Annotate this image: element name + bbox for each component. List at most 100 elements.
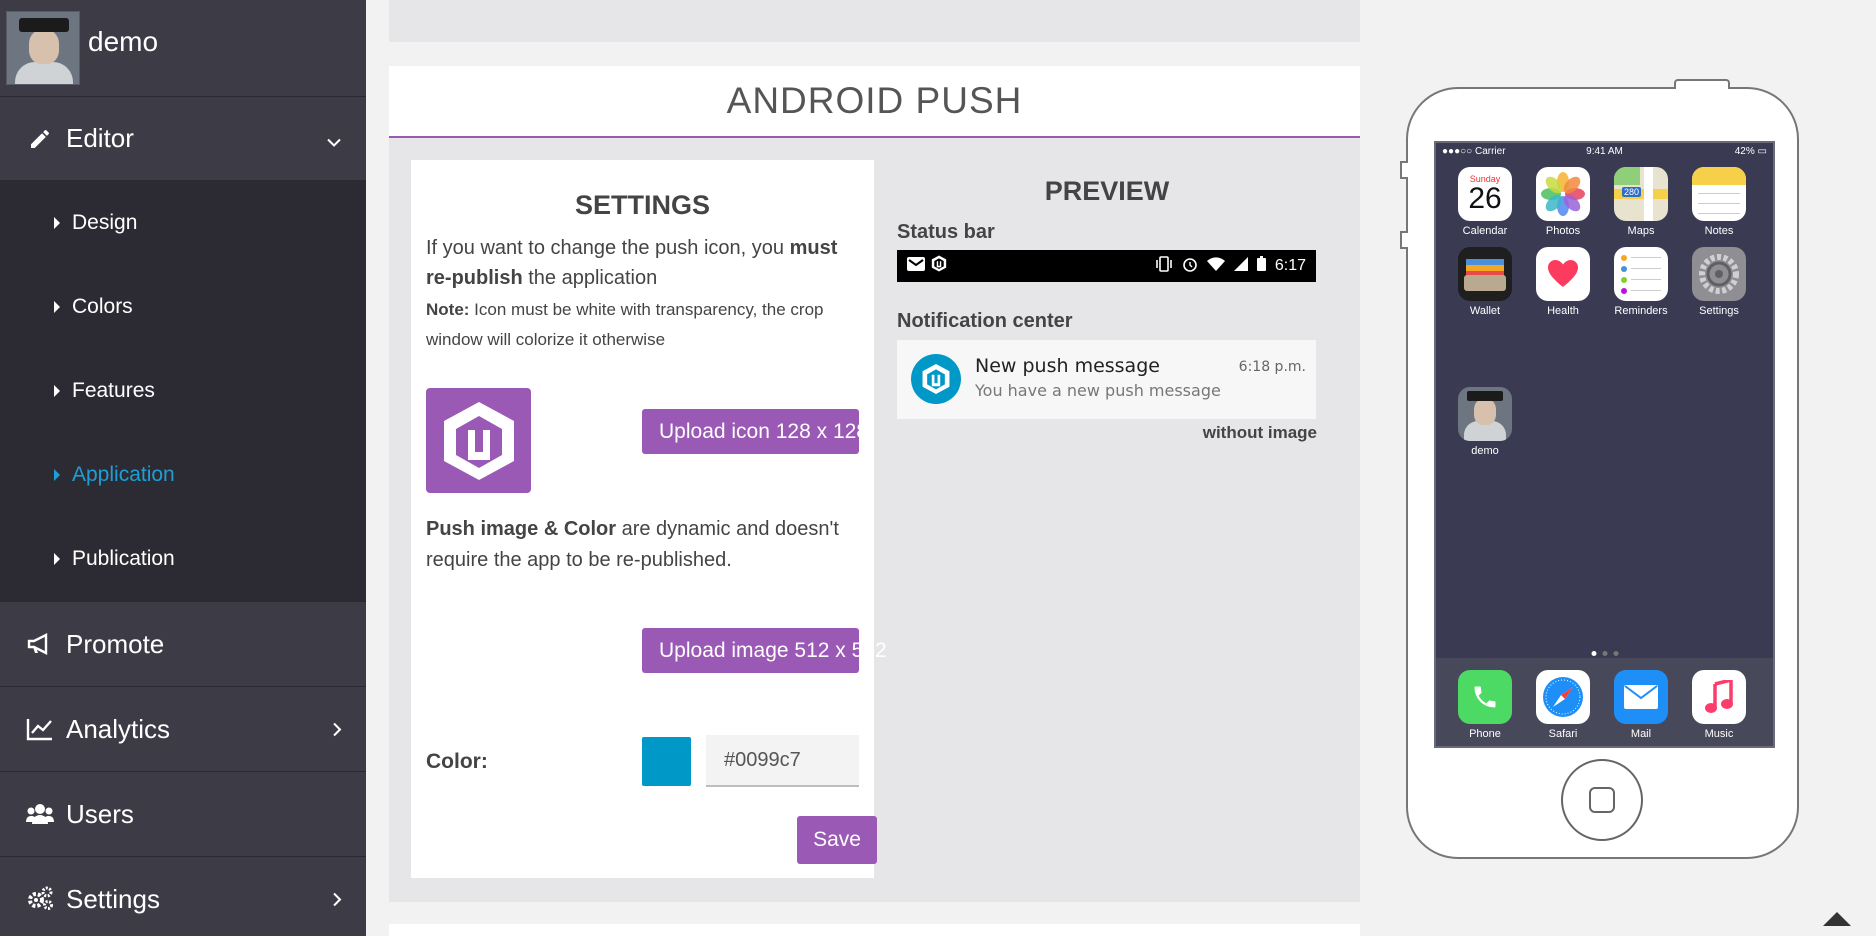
status-bar-label: Status bar (897, 221, 995, 243)
nav-analytics-label: Analytics (66, 713, 171, 744)
editor-submenu: Design Colors Features Application Publi… (0, 181, 366, 602)
ios-status-bar: ●●●○○ Carrier 9:41 AM 42% ▭ (1436, 143, 1773, 159)
nav-editor-label: Editor (66, 123, 134, 153)
color-label: Color: (426, 750, 488, 773)
panel-title: ANDROID PUSH (726, 80, 1023, 121)
color-swatch[interactable] (642, 737, 691, 786)
nav-users[interactable]: Users (0, 772, 366, 857)
phone-screen: ●●●○○ Carrier 9:41 AM 42% ▭ Sunday 26 Ca… (1434, 141, 1775, 748)
scroll-to-top-button[interactable] (1823, 912, 1851, 926)
notification-center-label: Notification center (897, 310, 1073, 332)
pencil-icon (26, 125, 54, 153)
phone-preview: ●●●○○ Carrier 9:41 AM 42% ▭ Sunday 26 Ca… (1400, 79, 1799, 859)
megaphone-icon (26, 630, 54, 658)
caret-right-icon (54, 217, 60, 229)
home-button[interactable] (1561, 759, 1643, 841)
settings-card: SETTINGS If you want to change the push … (411, 160, 887, 878)
alarm-icon (1182, 256, 1198, 277)
signal-dots-icon: ●●●○○ (1442, 145, 1475, 157)
app-demo[interactable]: demo (1456, 387, 1514, 457)
dynamic-info-text: Push image & Color are dynamic and doesn… (426, 518, 839, 571)
sidebar-item-label: Publication (72, 547, 175, 570)
nav-editor[interactable]: Editor (0, 97, 366, 181)
panel-header: ANDROID PUSH (389, 66, 1360, 138)
power-button (1674, 79, 1730, 89)
app-mail[interactable]: Mail (1612, 670, 1670, 740)
calendar-icon: Sunday 26 (1458, 167, 1512, 221)
caret-right-icon (54, 301, 60, 313)
signal-icon (1233, 256, 1248, 276)
notification-time: 6:18 p.m. (1238, 359, 1306, 375)
sidebar-item-publication[interactable]: Publication (0, 517, 366, 601)
notification-app-icon (911, 354, 961, 404)
color-hex-input[interactable] (706, 735, 859, 787)
app-safari[interactable]: Safari (1534, 670, 1592, 740)
app-notes[interactable]: Notes (1690, 167, 1748, 237)
without-image-label: without image (1202, 423, 1317, 442)
push-icon-preview[interactable] (426, 388, 531, 493)
sidebar-item-colors[interactable]: Colors (0, 265, 366, 349)
nav-settings-label: Settings (66, 883, 160, 914)
sidebar-item-design[interactable]: Design (0, 181, 366, 265)
gmail-icon (907, 256, 925, 276)
previous-panel-bottom (389, 0, 1360, 42)
chart-line-icon (26, 715, 54, 743)
heart-icon (1536, 247, 1590, 301)
app-music[interactable]: Music (1690, 670, 1748, 740)
music-note-icon (1692, 670, 1746, 724)
caret-right-icon (54, 553, 60, 565)
notification-body: You have a new push message (975, 381, 1221, 400)
notification-preview: New push message You have a new push mes… (897, 340, 1316, 419)
chevron-down-icon (326, 123, 342, 154)
intro-text: If you want to change the push icon, you… (426, 237, 838, 289)
carrier-label: Carrier (1474, 145, 1506, 157)
nav-promote[interactable]: Promote (0, 602, 366, 687)
ios-time: 9:41 AM (1586, 145, 1623, 157)
sidebar-item-application[interactable]: Application (0, 433, 366, 517)
app-maps[interactable]: 280 Maps (1612, 167, 1670, 237)
note-text: Note: Icon must be white with transparen… (426, 300, 824, 349)
nav-analytics[interactable]: Analytics (0, 687, 366, 772)
android-status-bar: 6:17 (897, 250, 1316, 282)
nav-settings[interactable]: Settings (0, 857, 366, 936)
sidebar-item-features[interactable]: Features (0, 349, 366, 433)
gears-icon (26, 885, 54, 913)
upload-image-button[interactable]: Upload image 512 x 512 (642, 628, 887, 673)
status-time: 6:17 (1274, 257, 1306, 274)
sidebar-item-label: Features (72, 379, 155, 402)
maps-icon: 280 (1614, 167, 1668, 221)
sidebar-item-label: Colors (72, 295, 133, 318)
wifi-icon (1206, 256, 1225, 276)
avatar (6, 11, 80, 85)
volume-button (1400, 231, 1408, 249)
app-health[interactable]: Health (1534, 247, 1592, 317)
compass-icon (1536, 670, 1590, 724)
notes-icon (1692, 167, 1746, 221)
app-photos[interactable]: Photos (1534, 167, 1592, 237)
caret-right-icon (54, 469, 60, 481)
save-button[interactable]: Save (797, 816, 877, 864)
nav-users-label: Users (66, 798, 134, 829)
caret-right-icon (54, 385, 60, 397)
upload-icon-button[interactable]: Upload icon 128 x 128 (642, 409, 859, 454)
app-phone[interactable]: Phone (1456, 670, 1514, 740)
settings-title: SETTINGS (574, 190, 710, 220)
user-profile[interactable]: demo (0, 0, 366, 97)
app-reminders[interactable]: Reminders (1612, 247, 1670, 317)
nav-promote-label: Promote (66, 628, 165, 659)
app-wallet[interactable]: Wallet (1456, 247, 1514, 317)
photos-icon (1536, 167, 1590, 221)
android-push-panel: ANDROID PUSH SETTINGS If you want to cha… (389, 66, 1360, 902)
next-panel-top (389, 924, 1360, 936)
wallet-icon (1458, 247, 1512, 301)
sidebar-item-label: Application (72, 463, 175, 486)
users-icon (26, 800, 54, 828)
app-settings[interactable]: Settings (1690, 247, 1748, 317)
gear-icon (1692, 247, 1746, 301)
phone-dock: Phone Safari Mail Music (1436, 658, 1773, 746)
vibrate-icon (1155, 255, 1173, 277)
app-calendar[interactable]: Sunday 26 Calendar (1456, 167, 1514, 237)
phone-icon (1458, 670, 1512, 724)
chevron-right-icon (332, 884, 342, 915)
sidebar: demo Editor Design Colors Features Appli… (0, 0, 366, 936)
